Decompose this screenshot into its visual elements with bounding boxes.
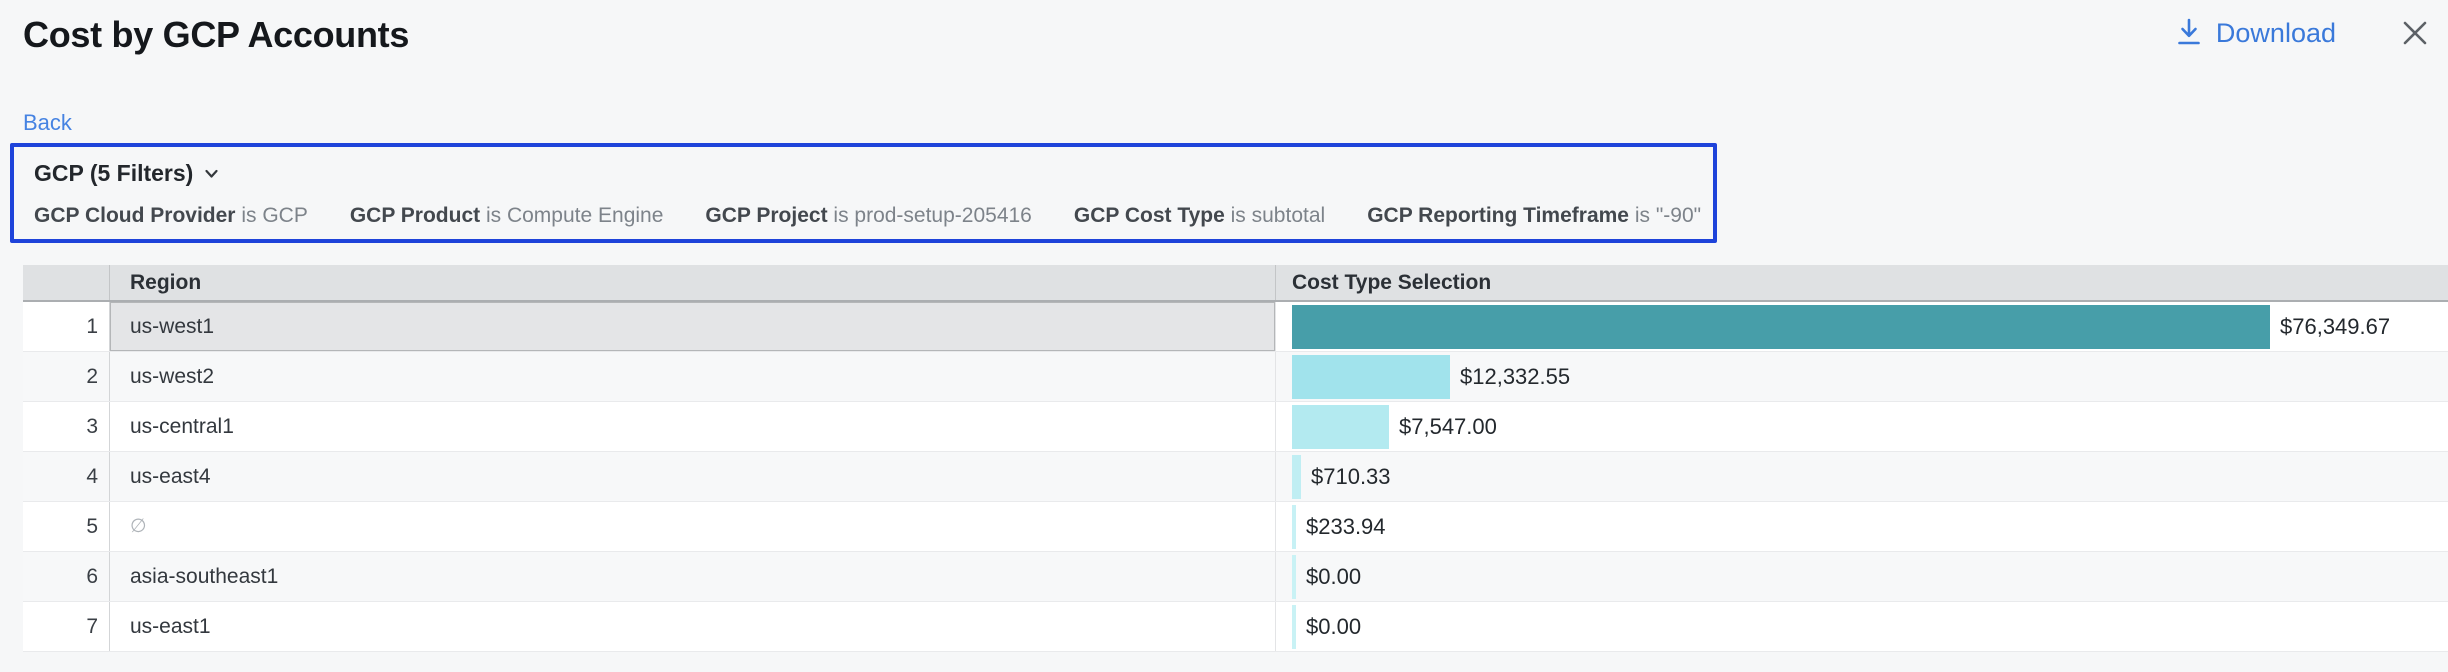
row-number: 6 (23, 552, 110, 601)
region-column-header[interactable]: Region (110, 265, 1276, 300)
filter-name: GCP Product (350, 204, 480, 227)
cost-cell[interactable]: $710.33 (1276, 452, 2448, 501)
table-row: 1us-west1 $76,349.67 (23, 302, 2448, 352)
download-icon (2174, 17, 2204, 49)
cost-table: Region Cost Type Selection 1us-west1 $76,… (23, 265, 2448, 652)
filter-condition: is Compute Engine (480, 204, 663, 227)
region-cell[interactable]: us-west1 (110, 302, 1276, 351)
cost-bar (1292, 405, 1389, 449)
row-number: 7 (23, 602, 110, 651)
chevron-down-icon (202, 164, 221, 183)
region-cell[interactable]: us-central1 (110, 402, 1276, 451)
filter-item[interactable]: GCP Product is Compute Engine (350, 203, 664, 228)
filter-list: GCP Cloud Provider is GCP GCP Product is … (34, 203, 1693, 228)
cost-bar (1292, 605, 1296, 649)
table-row: 2us-west2 $12,332.55 (23, 352, 2448, 402)
cost-value-label: $7,547.00 (1399, 414, 1497, 440)
cost-bar (1292, 305, 2270, 349)
back-link[interactable]: Back (23, 110, 72, 136)
table-row: 3us-central1 $7,547.00 (23, 402, 2448, 452)
filter-item[interactable]: GCP Cost Type is subtotal (1074, 203, 1325, 228)
cost-cell[interactable]: $233.94 (1276, 502, 2448, 551)
cost-cell[interactable]: $76,349.67 (1276, 302, 2448, 351)
filter-summary-dropdown[interactable]: GCP (5 Filters) (34, 160, 221, 187)
filter-item[interactable]: GCP Project is prod-setup-205416 (705, 203, 1031, 228)
row-number: 4 (23, 452, 110, 501)
cost-value-label: $710.33 (1311, 464, 1391, 490)
filter-item[interactable]: GCP Cloud Provider is GCP (34, 203, 308, 228)
top-actions: Download (2174, 16, 2430, 50)
filter-condition: is subtotal (1225, 204, 1325, 227)
row-number: 5 (23, 502, 110, 551)
filter-name: GCP Cloud Provider (34, 204, 235, 227)
cost-bar (1292, 505, 1296, 549)
cost-value-label: $12,332.55 (1460, 364, 1570, 390)
cost-cell[interactable]: $0.00 (1276, 552, 2448, 601)
table-row: 7us-east1 $0.00 (23, 602, 2448, 652)
page-title: Cost by GCP Accounts (23, 14, 409, 56)
filter-name: GCP Cost Type (1074, 204, 1225, 227)
cost-cell[interactable]: $12,332.55 (1276, 352, 2448, 401)
cost-bar (1292, 455, 1301, 499)
region-cell[interactable]: ∅ (110, 502, 1276, 551)
region-cell[interactable]: us-west2 (110, 352, 1276, 401)
download-label: Download (2216, 16, 2336, 50)
region-cell[interactable]: us-east1 (110, 602, 1276, 651)
table-body: 1us-west1$76,349.672us-west2$12,332.553u… (23, 302, 2448, 652)
top-bar: Cost by GCP Accounts Download (23, 14, 2430, 56)
cost-bar (1292, 555, 1296, 599)
cost-value-label: $0.00 (1306, 564, 1361, 590)
filter-summary-label: GCP (5 Filters) (34, 160, 193, 187)
cost-value-label: $233.94 (1306, 514, 1386, 540)
cost-value-label: $0.00 (1306, 614, 1361, 640)
filter-condition: is GCP (235, 204, 307, 227)
cost-type-selection-column-header[interactable]: Cost Type Selection (1276, 265, 2448, 300)
filter-name: GCP Reporting Timeframe (1367, 204, 1629, 227)
region-cell[interactable]: us-east4 (110, 452, 1276, 501)
filter-condition: is prod-setup-205416 (828, 204, 1032, 227)
table-row: 5∅ $233.94 (23, 502, 2448, 552)
filter-condition: is "-90" (1629, 204, 1701, 227)
download-button[interactable]: Download (2174, 16, 2336, 50)
row-number: 1 (23, 302, 110, 351)
filter-item[interactable]: GCP Reporting Timeframe is "-90" (1367, 203, 1701, 228)
table-row: 4us-east4 $710.33 (23, 452, 2448, 502)
region-cell[interactable]: asia-southeast1 (110, 552, 1276, 601)
row-number: 3 (23, 402, 110, 451)
cost-cell[interactable]: $0.00 (1276, 602, 2448, 651)
filter-panel: GCP (5 Filters) GCP Cloud Provider is GC… (10, 143, 1717, 243)
cost-value-label: $76,349.67 (2280, 314, 2390, 340)
table-header-row: Region Cost Type Selection (23, 265, 2448, 302)
row-number: 2 (23, 352, 110, 401)
cost-cell[interactable]: $7,547.00 (1276, 402, 2448, 451)
row-number-column-header (23, 265, 110, 300)
cost-bar (1292, 355, 1450, 399)
table-row: 6asia-southeast1 $0.00 (23, 552, 2448, 602)
close-icon[interactable] (2400, 18, 2430, 48)
filter-name: GCP Project (705, 204, 827, 227)
